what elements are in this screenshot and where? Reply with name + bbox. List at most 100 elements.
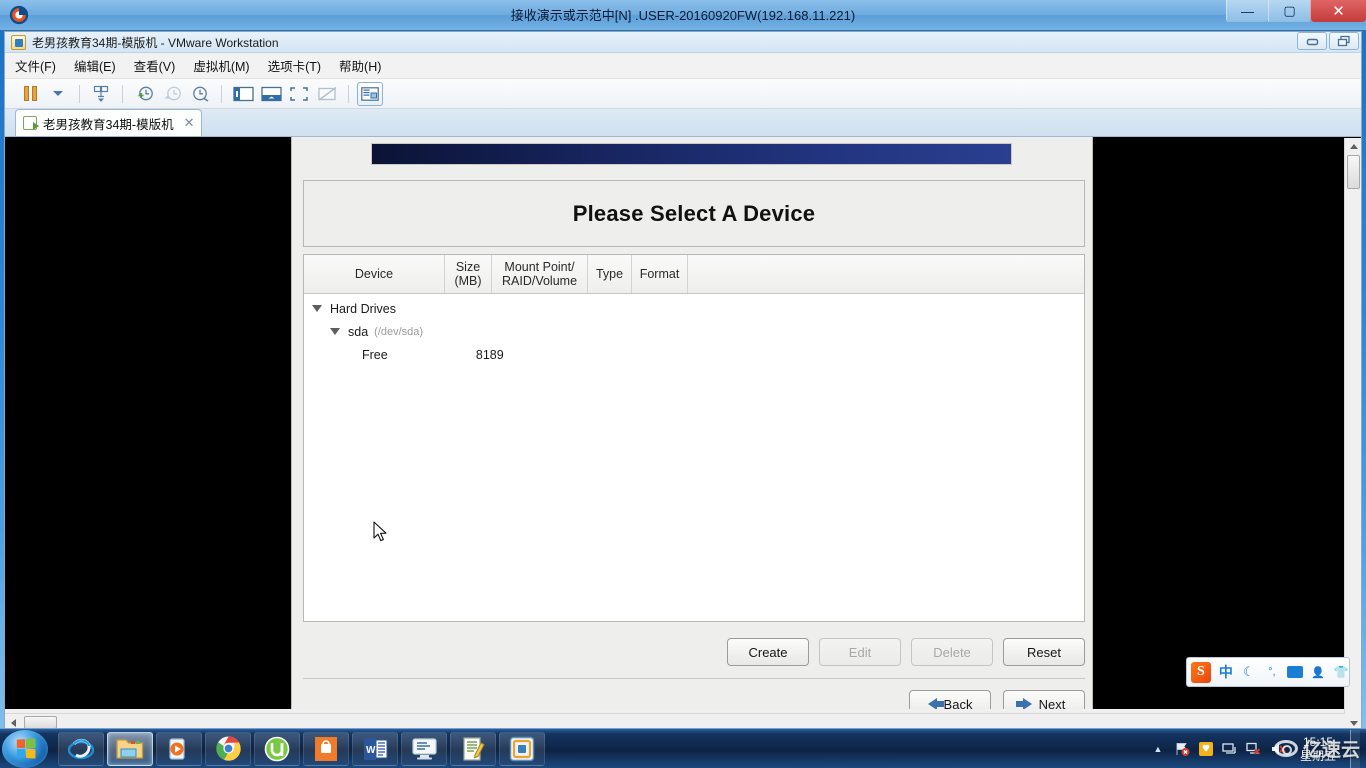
vmware-toolbar bbox=[5, 79, 1361, 109]
column-mountpoint-line1: Mount Point/ bbox=[504, 260, 575, 274]
column-device[interactable]: Device bbox=[304, 255, 445, 293]
column-size[interactable]: Size (MB) bbox=[445, 255, 492, 293]
mouse-cursor-icon bbox=[373, 521, 387, 542]
back-button[interactable]: Back bbox=[909, 690, 991, 709]
triangle-up-icon bbox=[1349, 144, 1358, 149]
unity-mode-icon bbox=[317, 86, 336, 101]
device-table[interactable]: Device Size (MB) Mount Point/ RAID/Volum… bbox=[303, 254, 1085, 622]
taskbar-notepad-editor[interactable] bbox=[450, 731, 496, 766]
power-dropdown-button[interactable] bbox=[45, 82, 71, 106]
column-mountpoint[interactable]: Mount Point/ RAID/Volume bbox=[492, 255, 588, 293]
guest-console[interactable]: Please Select A Device Device Size (MB) bbox=[5, 137, 1361, 709]
column-format[interactable]: Format bbox=[632, 255, 688, 293]
ime-skin-icon[interactable]: 👕 bbox=[1333, 665, 1349, 679]
close-icon[interactable]: ✕ bbox=[184, 115, 195, 131]
vm-tab[interactable]: 老男孩教育34期-模版机 ✕ bbox=[15, 109, 203, 136]
show-hidden-icons-button[interactable]: ▲ bbox=[1150, 741, 1166, 757]
taskbar-remote-desktop[interactable] bbox=[401, 731, 447, 766]
unity-mode-button bbox=[314, 82, 340, 106]
minimize-icon: — bbox=[1241, 3, 1254, 19]
console-vertical-scrollbar[interactable] bbox=[1344, 138, 1361, 732]
toolbar-separator bbox=[122, 84, 123, 103]
vmware-window-controls bbox=[1297, 32, 1359, 50]
enter-fullscreen-button[interactable] bbox=[286, 82, 312, 106]
pause-icon bbox=[23, 86, 37, 101]
menu-help[interactable]: 帮助(H) bbox=[339, 56, 381, 75]
triangle-left-icon bbox=[11, 718, 16, 727]
action-center-icon[interactable] bbox=[1174, 741, 1190, 757]
divider bbox=[303, 678, 1085, 679]
table-row[interactable]: Free 8189 bbox=[304, 343, 1084, 366]
vmware-maximize-button[interactable] bbox=[1329, 32, 1359, 50]
svg-text:W: W bbox=[366, 745, 376, 756]
menu-tabs[interactable]: 选项卡(T) bbox=[268, 56, 321, 75]
maximize-icon: ▢ bbox=[1283, 3, 1296, 18]
taskbar-utorrent[interactable] bbox=[254, 731, 300, 766]
taskbar-word[interactable]: W bbox=[352, 731, 398, 766]
taskbar-file-explorer[interactable] bbox=[107, 731, 153, 766]
taskbar-media-player[interactable] bbox=[156, 731, 202, 766]
column-mountpoint-line2: RAID/Volume bbox=[501, 274, 578, 288]
taskbar-internet-explorer[interactable] bbox=[58, 731, 104, 766]
ime-user-icon[interactable]: 👤 bbox=[1310, 666, 1326, 679]
start-button[interactable] bbox=[2, 729, 48, 768]
row-label: Free bbox=[362, 347, 388, 362]
reset-button[interactable]: Reset bbox=[1003, 638, 1085, 666]
expander-triangle-icon[interactable] bbox=[312, 305, 322, 312]
column-type[interactable]: Type bbox=[588, 255, 632, 293]
ime-mode-chinese[interactable]: 中 bbox=[1218, 662, 1234, 682]
chrome-icon bbox=[215, 736, 241, 761]
sogou-logo-icon[interactable]: S bbox=[1191, 661, 1211, 683]
table-row[interactable]: sda (/dev/sda) bbox=[304, 320, 1084, 343]
sogou-ime-bar[interactable]: S 中 ☾ °, 👤 👕 bbox=[1186, 657, 1350, 687]
next-button[interactable]: Next bbox=[1003, 690, 1085, 709]
host-close-button[interactable]: ✕ bbox=[1310, 0, 1366, 22]
ime-moon-icon[interactable]: ☾ bbox=[1241, 664, 1257, 680]
page-title-panel: Please Select A Device bbox=[303, 180, 1085, 247]
create-button[interactable]: Create bbox=[727, 638, 809, 666]
windows-logo-icon bbox=[16, 738, 35, 759]
ime-punctuation-icon[interactable]: °, bbox=[1264, 666, 1280, 678]
toolbar-separator bbox=[348, 84, 349, 103]
anaconda-banner bbox=[371, 143, 1012, 165]
network-icon[interactable] bbox=[1222, 741, 1238, 757]
manage-snapshots-button[interactable] bbox=[88, 82, 114, 106]
host-maximize-button[interactable]: ▢ bbox=[1268, 0, 1310, 22]
show-library-button[interactable] bbox=[230, 82, 256, 106]
ime-soft-keyboard-icon[interactable] bbox=[1286, 666, 1303, 678]
take-snapshot-button[interactable] bbox=[131, 82, 157, 106]
table-row[interactable]: Hard Drives bbox=[304, 297, 1084, 320]
vmware-workstation-window: 老男孩教育34期-模版机 - VMware Workstation 文件(F) bbox=[4, 31, 1362, 732]
table-header-row: Device Size (MB) Mount Point/ RAID/Volum… bbox=[304, 255, 1084, 294]
thumbnail-bar-icon bbox=[361, 86, 379, 101]
host-minimize-button[interactable]: — bbox=[1226, 0, 1268, 22]
menu-view[interactable]: 查看(V) bbox=[134, 56, 176, 75]
scroll-up-button[interactable] bbox=[1345, 138, 1362, 155]
folder-icon bbox=[116, 738, 144, 759]
show-thumbnail-bar-button[interactable] bbox=[357, 81, 383, 106]
column-size-line1: Size bbox=[455, 260, 481, 274]
security-shield-icon[interactable] bbox=[1198, 741, 1214, 757]
expander-triangle-icon[interactable] bbox=[330, 328, 340, 335]
edit-button: Edit bbox=[819, 638, 901, 666]
menu-edit[interactable]: 编辑(E) bbox=[74, 56, 116, 75]
show-console-view-button[interactable] bbox=[258, 82, 284, 106]
row-size: 8189 bbox=[475, 347, 504, 362]
taskbar-vmware[interactable] bbox=[499, 731, 545, 766]
delete-button: Delete bbox=[911, 638, 993, 666]
vertical-scroll-thumb[interactable] bbox=[1347, 155, 1360, 189]
host-window-title: 接收演示或示范中[N] .USER-20160920FW(192.168.11.… bbox=[510, 8, 856, 23]
orange-app-icon bbox=[315, 736, 337, 761]
vmware-titlebar: 老男孩教育34期-模版机 - VMware Workstation bbox=[5, 32, 1361, 53]
row-device-path: (/dev/sda) bbox=[374, 325, 424, 338]
vmware-restore-button[interactable] bbox=[1297, 32, 1327, 50]
menu-file[interactable]: 文件(F) bbox=[15, 56, 56, 75]
vmware-window-title: 老男孩教育34期-模版机 - VMware Workstation bbox=[32, 35, 279, 50]
taskbar-google-chrome[interactable] bbox=[205, 731, 251, 766]
menu-vm[interactable]: 虚拟机(M) bbox=[193, 56, 249, 75]
taskbar-orange-app[interactable] bbox=[303, 731, 349, 766]
snapshot-manager-button[interactable] bbox=[187, 82, 213, 106]
column-size-line2: (MB) bbox=[454, 274, 482, 288]
suspend-button[interactable] bbox=[17, 82, 43, 106]
network-disconnected-icon[interactable] bbox=[1246, 741, 1262, 757]
